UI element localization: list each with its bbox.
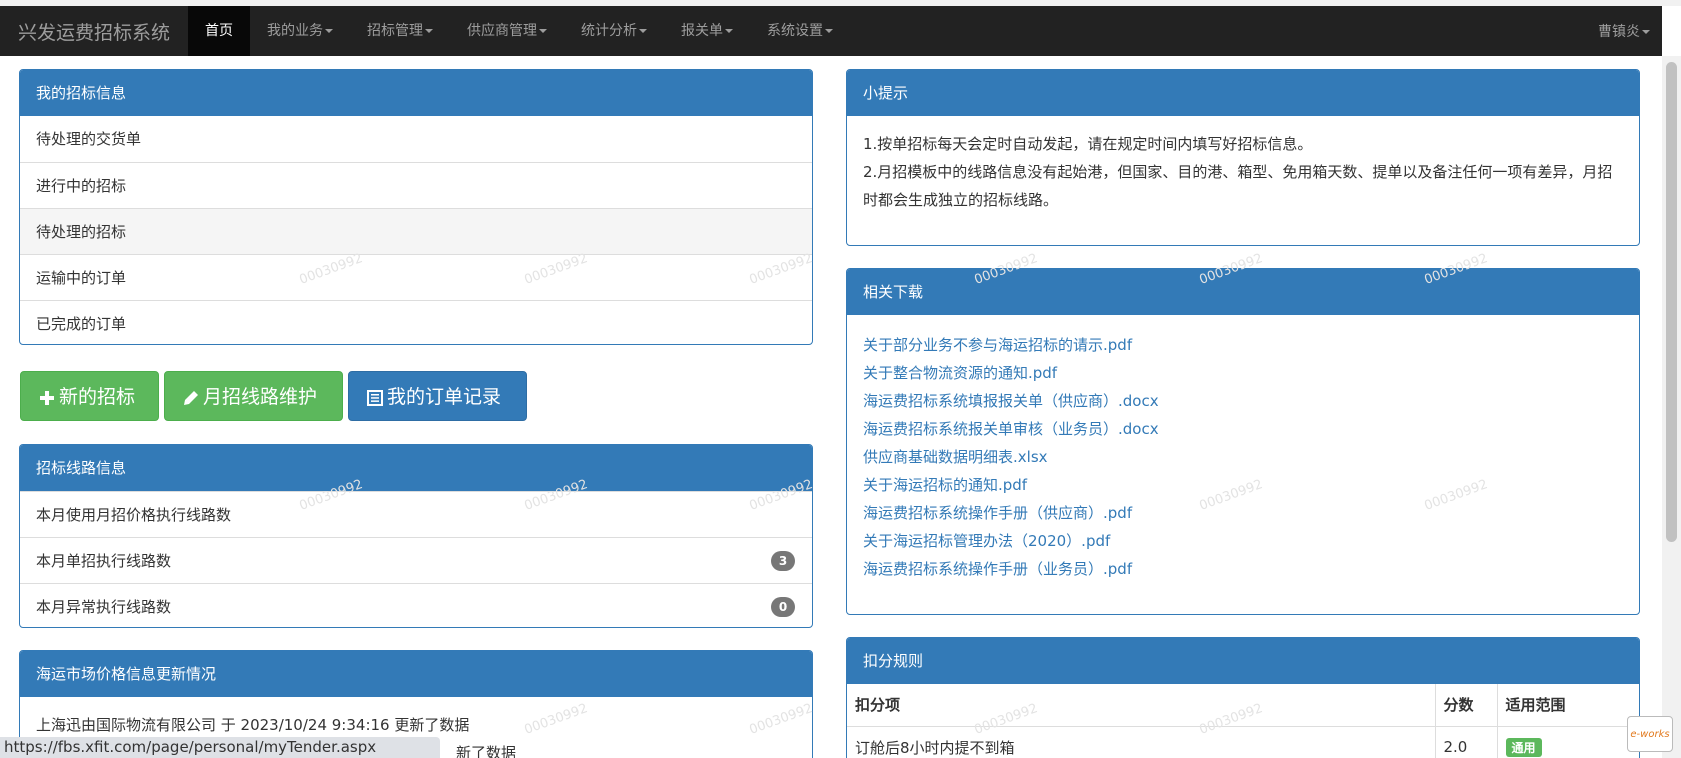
list-item-ongoing-tender[interactable]: 进行中的招标 bbox=[20, 162, 812, 208]
my-tender-list: 待处理的交货单 进行中的招标 待处理的招标 运输中的订单 已完成的订单 bbox=[20, 116, 812, 344]
nav-item-customs-declaration[interactable]: 报关单 bbox=[664, 6, 750, 56]
download-link[interactable]: 海运费招标系统操作手册（业务员）.pdf bbox=[863, 555, 1623, 583]
list-item-abnormal-routes[interactable]: 本月异常执行线路数 0 bbox=[20, 583, 812, 627]
download-link[interactable]: 关于整合物流资源的通知.pdf bbox=[863, 359, 1623, 387]
nav-item-label: 报关单 bbox=[681, 23, 724, 39]
list-item-monthly-price-routes[interactable]: 本月使用月招价格执行线路数 bbox=[20, 491, 812, 537]
caret-down-icon bbox=[325, 29, 334, 33]
tip-line: 1.按单招标每天会定时自动发起，请在规定时间内填写好招标信息。 bbox=[863, 135, 1313, 153]
list-item-pending-delivery[interactable]: 待处理的交货单 bbox=[20, 116, 812, 162]
column-header: 适用范围 bbox=[1496, 684, 1639, 726]
table-row: 订舱后8小时内提不到箱 2.0 通用 bbox=[847, 725, 1639, 758]
top-navbar: 兴发运费招标系统 首页 我的业务 招标管理 供应商管理 统计分析 报关单 系统设… bbox=[0, 6, 1662, 56]
caret-down-icon bbox=[425, 29, 434, 33]
list-item-label: 本月异常执行线路数 bbox=[36, 598, 172, 616]
user-menu[interactable]: 曹镇炎 bbox=[1598, 21, 1662, 41]
panel-title: 招标线路信息 bbox=[20, 445, 812, 491]
download-link[interactable]: 供应商基础数据明细表.xlsx bbox=[863, 443, 1623, 471]
caret-down-icon bbox=[825, 29, 834, 33]
count-badge: 3 bbox=[771, 551, 795, 571]
list-item-pending-tender[interactable]: 待处理的招标 bbox=[20, 208, 812, 254]
download-link[interactable]: 海运费招标系统报关单审核（业务员）.docx bbox=[863, 415, 1623, 443]
scope-badge: 通用 bbox=[1505, 737, 1542, 757]
scrollbar-thumb[interactable] bbox=[1666, 62, 1677, 542]
page-scrollbar[interactable] bbox=[1662, 56, 1681, 758]
deduction-rules-panel: 扣分规则 扣分项 分数 适用范围 订舱后8小时内提不到箱 2.0 通用 bbox=[846, 637, 1640, 758]
panel-title: 海运市场价格信息更新情况 bbox=[20, 651, 812, 697]
caret-down-icon bbox=[639, 29, 648, 33]
nav-item-my-business[interactable]: 我的业务 bbox=[250, 6, 350, 56]
app-brand[interactable]: 兴发运费招标系统 bbox=[0, 18, 188, 45]
route-info-panel: 招标线路信息 本月使用月招价格执行线路数 本月单招执行线路数 3 本月异常执行线路… bbox=[19, 444, 813, 628]
count-badge: 0 bbox=[771, 597, 795, 617]
nav-item-label: 供应商管理 bbox=[467, 23, 538, 39]
caret-down-icon bbox=[725, 29, 734, 33]
browser-status-url: https://fbs.xfit.com/page/personal/myTen… bbox=[0, 737, 440, 758]
download-link[interactable]: 海运费招标系统操作手册（供应商）.pdf bbox=[863, 499, 1623, 527]
tips-panel: 小提示 1.按单招标每天会定时自动发起，请在规定时间内填写好招标信息。 2.月招… bbox=[846, 69, 1640, 246]
pencil-icon bbox=[184, 390, 198, 405]
download-link[interactable]: 关于部分业务不参与海运招标的请示.pdf bbox=[863, 331, 1623, 359]
user-name: 曹镇炎 bbox=[1598, 24, 1640, 40]
panel-title: 相关下载 bbox=[847, 269, 1639, 315]
download-link[interactable]: 海运费招标系统填报报关单（供应商）.docx bbox=[863, 387, 1623, 415]
main-nav: 首页 我的业务 招标管理 供应商管理 统计分析 报关单 系统设置 bbox=[188, 6, 850, 56]
list-item-completed-orders[interactable]: 已完成的订单 bbox=[20, 300, 812, 344]
panel-title: 小提示 bbox=[847, 70, 1639, 116]
download-link[interactable]: 关于海运招标管理办法（2020）.pdf bbox=[863, 527, 1623, 555]
nav-item-label: 招标管理 bbox=[367, 23, 424, 39]
caret-down-icon bbox=[539, 29, 548, 33]
my-order-records-button[interactable]: 我的订单记录 bbox=[348, 371, 527, 421]
plus-icon bbox=[40, 390, 54, 405]
nav-item-tender-management[interactable]: 招标管理 bbox=[350, 6, 450, 56]
deduction-item: 订舱后8小时内提不到箱 bbox=[847, 725, 1435, 758]
deduction-score: 2.0 bbox=[1434, 725, 1497, 758]
nav-item-label: 首页 bbox=[205, 23, 234, 39]
nav-item-supplier-management[interactable]: 供应商管理 bbox=[450, 6, 564, 56]
market-update-line: 上海迅由国际物流有限公司 于 2023/10/24 9:34:16 更新了数据 bbox=[36, 716, 470, 734]
list-alt-icon bbox=[367, 389, 383, 406]
panel-title: 扣分规则 bbox=[847, 638, 1639, 684]
nav-item-label: 我的业务 bbox=[267, 23, 324, 39]
list-item-single-tender-routes[interactable]: 本月单招执行线路数 3 bbox=[20, 537, 812, 583]
list-item-orders-in-transit[interactable]: 运输中的订单 bbox=[20, 254, 812, 300]
nav-item-label: 系统设置 bbox=[767, 23, 824, 39]
download-link[interactable]: 关于海运招标的通知.pdf bbox=[863, 471, 1623, 499]
button-label: 我的订单记录 bbox=[387, 386, 502, 408]
new-tender-button[interactable]: 新的招标 bbox=[20, 371, 159, 421]
nav-item-home[interactable]: 首页 bbox=[188, 6, 251, 56]
e-works-logo: e-works bbox=[1627, 716, 1673, 752]
my-tender-panel: 我的招标信息 待处理的交货单 进行中的招标 待处理的招标 运输中的订单 已完成的… bbox=[19, 69, 813, 345]
monthly-route-maintenance-button[interactable]: 月招线路维护 bbox=[164, 371, 343, 421]
list-item-label: 本月使用月招价格执行线路数 bbox=[36, 506, 232, 524]
column-header: 扣分项 bbox=[855, 696, 901, 715]
deduction-table: 扣分项 分数 适用范围 订舱后8小时内提不到箱 2.0 通用 bbox=[847, 684, 1639, 758]
tip-line: 2.月招模板中的线路信息没有起始港，但国家、目的港、箱型、免用箱天数、提单以及备… bbox=[863, 163, 1613, 209]
nav-item-statistics[interactable]: 统计分析 bbox=[564, 6, 664, 56]
nav-item-system-settings[interactable]: 系统设置 bbox=[750, 6, 850, 56]
downloads-panel: 相关下载 关于部分业务不参与海运招标的请示.pdf 关于整合物流资源的通知.pd… bbox=[846, 268, 1640, 615]
caret-down-icon bbox=[1642, 30, 1650, 34]
column-header: 分数 bbox=[1434, 684, 1497, 726]
table-header-row: 扣分项 分数 适用范围 bbox=[847, 684, 1639, 726]
button-label: 新的招标 bbox=[59, 386, 136, 408]
panel-title: 我的招标信息 bbox=[20, 70, 812, 116]
list-item-label: 本月单招执行线路数 bbox=[36, 552, 172, 570]
nav-item-label: 统计分析 bbox=[581, 23, 638, 39]
scope-cell: 通用 bbox=[1496, 725, 1639, 758]
button-label: 月招线路维护 bbox=[203, 386, 318, 408]
